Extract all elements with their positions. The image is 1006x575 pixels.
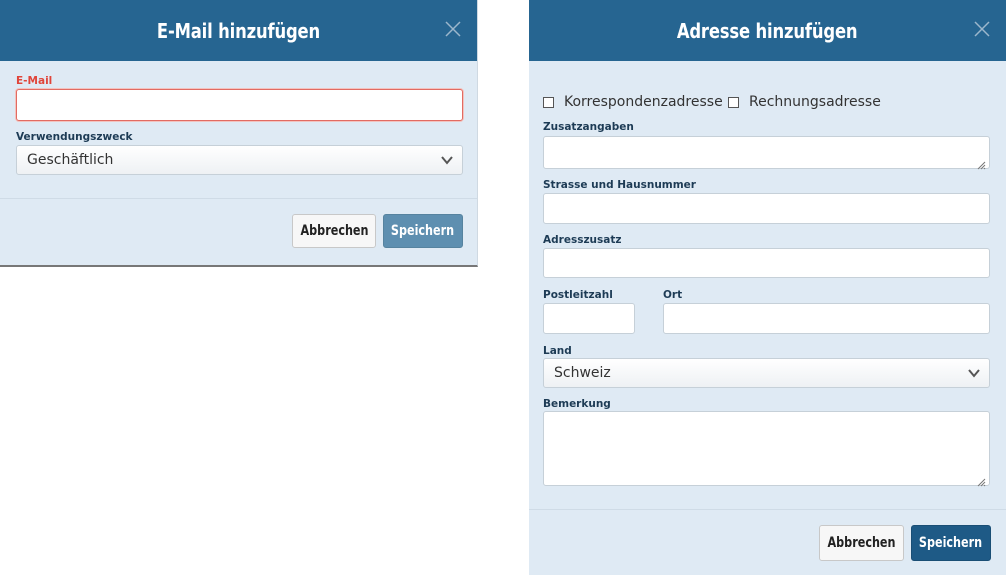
correspondence-label: Korrespondenzadresse [564,94,723,110]
country-select-value: Schweiz [554,365,611,381]
cancel-button-label: Abbrechen [827,535,896,551]
save-button-label: Speichern [391,223,455,239]
extra-info-label: Zusatzangaben [543,121,634,133]
correspondence-checkbox[interactable] [543,96,554,108]
email-input[interactable] [16,89,463,121]
address-dialog-footer-divider [529,509,1006,510]
purpose-label: Verwendungszweck [16,131,133,143]
cancel-button-label: Abbrechen [300,223,369,239]
email-dialog-header: E-Mail hinzufügen [0,0,477,61]
close-icon[interactable] [443,19,463,39]
address-suffix-label: Adresszusatz [543,234,622,246]
city-input[interactable] [663,303,990,334]
chevron-down-icon [967,367,981,379]
chevron-down-icon [440,154,454,166]
billing-label: Rechnungsadresse [749,94,881,110]
street-input[interactable] [543,193,990,224]
address-dialog-header: Adresse hinzufügen [529,0,1006,61]
street-label: Strasse und Hausnummer [543,179,696,191]
email-label: E-Mail [16,75,53,87]
email-dialog-title: E-Mail hinzufügen [156,18,321,43]
remark-textarea[interactable] [543,411,990,487]
correspondence-option[interactable]: Korrespondenzadresse [543,94,723,110]
save-button[interactable]: Speichern [383,214,463,248]
extra-info-textarea[interactable] [543,136,990,170]
address-dialog-title: Adresse hinzufügen [677,18,858,43]
resize-handle-icon[interactable] [976,155,986,170]
cancel-button[interactable]: Abbrechen [819,525,904,561]
resize-handle-icon[interactable] [976,472,986,487]
postal-code-input[interactable] [543,303,635,334]
country-label: Land [543,345,572,357]
email-dialog-footer-divider [0,198,477,199]
remark-label: Bemerkung [543,398,611,410]
close-icon[interactable] [972,19,992,39]
purpose-select[interactable]: Geschäftlich [16,145,463,175]
billing-checkbox[interactable] [728,96,739,108]
address-suffix-input[interactable] [543,248,990,278]
cancel-button[interactable]: Abbrechen [292,214,376,248]
purpose-select-value: Geschäftlich [27,152,114,168]
country-select[interactable]: Schweiz [543,358,990,388]
billing-option[interactable]: Rechnungsadresse [728,94,881,110]
save-button[interactable]: Speichern [911,525,991,561]
address-dialog: Adresse hinzufügen Korrespondenzadresse … [529,0,1006,575]
postal-code-label: Postleitzahl [543,289,613,301]
save-button-label: Speichern [919,535,983,551]
city-label: Ort [663,289,683,301]
email-dialog: E-Mail hinzufügen E-Mail Verwendungszwec… [0,0,478,267]
